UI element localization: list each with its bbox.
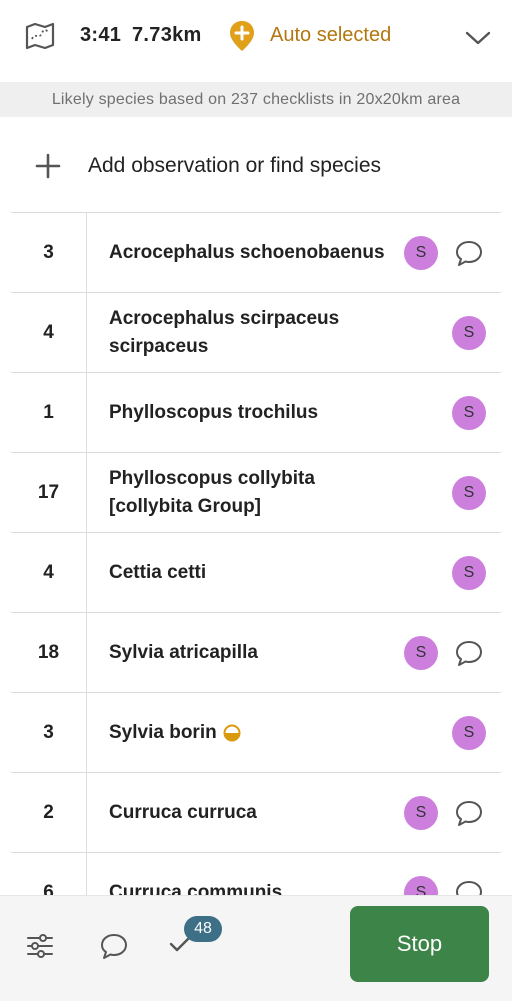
species-count[interactable]: 18 bbox=[11, 613, 87, 692]
checklist-button[interactable]: 48 bbox=[164, 916, 228, 976]
location-plus-icon bbox=[230, 21, 254, 51]
species-row[interactable]: 2 Curruca curruca S bbox=[11, 773, 501, 853]
species-row[interactable]: 17 Phylloscopus collybita [collybita Gro… bbox=[11, 453, 501, 533]
species-badge[interactable]: S bbox=[452, 316, 486, 350]
species-name: Cettia cetti bbox=[109, 561, 207, 583]
comment-icon[interactable] bbox=[453, 877, 485, 896]
species-row[interactable]: 4 Cettia cetti S bbox=[11, 533, 501, 613]
species-name: Curruca communis bbox=[109, 881, 283, 897]
add-observation-label: Add observation or find species bbox=[88, 154, 382, 177]
species-name: Curruca curruca bbox=[109, 801, 257, 823]
species-list: 3 Acrocephalus schoenobaenus S 4 Acrocep… bbox=[11, 212, 501, 896]
species-row[interactable]: 6 Curruca communis S bbox=[11, 853, 501, 896]
stop-button[interactable]: Stop bbox=[350, 906, 489, 982]
species-name: Phylloscopus trochilus bbox=[109, 401, 319, 423]
species-name: Acrocephalus schoenobaenus bbox=[109, 241, 385, 263]
species-count[interactable]: 3 bbox=[11, 693, 87, 772]
map-icon[interactable] bbox=[24, 20, 56, 52]
check-count-badge: 48 bbox=[184, 916, 222, 942]
species-badge[interactable]: S bbox=[452, 716, 486, 750]
bottom-bar: 48 Stop bbox=[0, 895, 512, 1001]
add-observation-button[interactable]: Add observation or find species bbox=[0, 118, 512, 212]
comment-icon[interactable] bbox=[453, 637, 485, 669]
species-count[interactable]: 1 bbox=[11, 373, 87, 452]
species-count[interactable]: 4 bbox=[11, 293, 87, 372]
top-bar: 3:41 7.73km Auto selected bbox=[0, 0, 512, 80]
species-name: Phylloscopus collybita [collybita Group] bbox=[109, 467, 315, 517]
checklist-summary: Likely species based on 237 checklists i… bbox=[0, 82, 512, 117]
half-circle-icon bbox=[223, 724, 241, 741]
species-name-cell: Sylvia borin bbox=[109, 693, 399, 772]
species-count[interactable]: 2 bbox=[11, 773, 87, 852]
plus-icon bbox=[35, 153, 61, 179]
species-badge[interactable]: S bbox=[404, 876, 438, 896]
species-count[interactable]: 17 bbox=[11, 453, 87, 532]
species-count[interactable]: 6 bbox=[11, 853, 87, 896]
chevron-down-icon[interactable] bbox=[462, 22, 494, 54]
species-row[interactable]: 4 Acrocephalus scirpaceus scirpaceus S bbox=[11, 293, 501, 373]
species-row[interactable]: 3 Acrocephalus schoenobaenus S bbox=[11, 213, 501, 293]
elapsed-time: 3:41 bbox=[80, 24, 122, 46]
species-name: Sylvia atricapilla bbox=[109, 641, 258, 663]
species-badge[interactable]: S bbox=[404, 796, 438, 830]
comment-icon[interactable] bbox=[453, 237, 485, 269]
species-badge[interactable]: S bbox=[452, 396, 486, 430]
species-badge[interactable]: S bbox=[404, 636, 438, 670]
sliders-icon[interactable] bbox=[26, 932, 54, 960]
species-row[interactable]: 18 Sylvia atricapilla S bbox=[11, 613, 501, 693]
species-name: Sylvia borin bbox=[109, 721, 217, 743]
species-count[interactable]: 4 bbox=[11, 533, 87, 612]
distance: 7.73km bbox=[132, 24, 202, 46]
location-selector[interactable]: Auto selected bbox=[270, 24, 391, 47]
species-badge[interactable]: S bbox=[404, 236, 438, 270]
species-row[interactable]: 3 Sylvia borin S bbox=[11, 693, 501, 773]
comment-icon[interactable] bbox=[98, 930, 130, 962]
species-row[interactable]: 1 Phylloscopus trochilus S bbox=[11, 373, 501, 453]
comment-icon[interactable] bbox=[453, 797, 485, 829]
species-name: Acrocephalus scirpaceus scirpaceus bbox=[109, 307, 340, 357]
species-count[interactable]: 3 bbox=[11, 213, 87, 292]
species-badge[interactable]: S bbox=[452, 476, 486, 510]
species-badge[interactable]: S bbox=[452, 556, 486, 590]
